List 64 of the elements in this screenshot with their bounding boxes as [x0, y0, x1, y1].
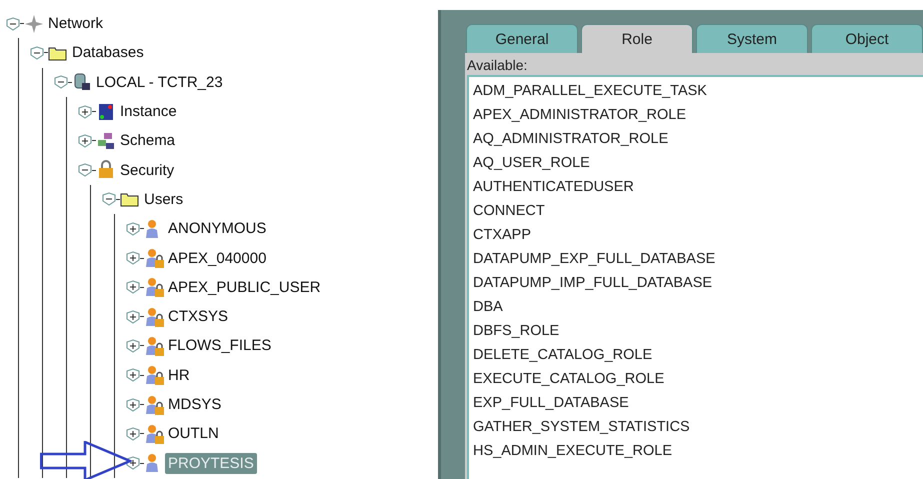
tree-node[interactable]: Databases	[69, 42, 147, 64]
expand-toggle[interactable]	[126, 398, 140, 412]
role-item[interactable]: DATAPUMP_IMP_FULL_DATABASE	[473, 271, 919, 295]
locked-user-icon	[144, 277, 164, 298]
locked-user-icon	[144, 248, 164, 268]
role-item[interactable]: APEX_ADMINISTRATOR_ROLE	[473, 103, 919, 127]
tree-node[interactable]: Security	[117, 160, 178, 181]
tree-node[interactable]: APEX_040000	[165, 248, 270, 269]
expand-toggle[interactable]	[126, 368, 140, 382]
locked-user-icon	[144, 365, 164, 386]
tree-node[interactable]: LOCAL - TCTR_23	[93, 72, 226, 93]
tab[interactable]: Role	[581, 24, 693, 53]
database-icon	[72, 72, 92, 92]
tab[interactable]: Object	[811, 24, 923, 53]
tree-node[interactable]: Network	[45, 13, 106, 34]
locked-user-icon	[144, 424, 164, 444]
expand-toggle[interactable]	[126, 310, 140, 324]
expand-toggle[interactable]	[126, 251, 140, 266]
collapse-toggle[interactable]	[6, 16, 20, 31]
collapse-toggle[interactable]	[54, 75, 68, 90]
expand-toggle[interactable]	[126, 426, 140, 441]
server-icon	[96, 102, 116, 122]
expand-toggle[interactable]	[126, 222, 140, 236]
collapse-toggle[interactable]	[78, 163, 92, 178]
tree-node[interactable]: APEX_PUBLIC_USER	[165, 276, 324, 298]
network-icon	[24, 14, 44, 34]
role-item[interactable]: CTXAPP	[473, 223, 919, 247]
locked-user-icon	[144, 336, 164, 356]
tree-node[interactable]: Schema	[117, 130, 178, 152]
role-item[interactable]: AQ_ADMINISTRATOR_ROLE	[473, 127, 919, 151]
expand-toggle[interactable]	[126, 456, 140, 470]
padlock-icon	[96, 160, 116, 180]
tree-node[interactable]: ANONYMOUS	[165, 218, 270, 240]
tree-node[interactable]: CTXSYS	[165, 306, 232, 328]
role-item[interactable]: EXP_FULL_DATABASE	[473, 391, 919, 415]
role-item[interactable]: ADM_PARALLEL_EXECUTE_TASK	[473, 79, 919, 103]
locked-user-icon	[144, 394, 164, 414]
expand-toggle[interactable]	[78, 134, 92, 148]
role-item[interactable]: DBA	[473, 295, 919, 319]
role-item[interactable]: EXECUTE_CATALOG_ROLE	[473, 367, 919, 391]
expand-toggle[interactable]	[126, 338, 140, 353]
role-item[interactable]: AUTHENTICATEDUSER	[473, 175, 919, 199]
role-item[interactable]: AQ_USER_ROLE	[473, 151, 919, 175]
tree-node[interactable]: Instance	[117, 101, 180, 122]
tree-node[interactable]: MDSYS	[165, 394, 224, 415]
expand-toggle[interactable]	[126, 280, 140, 294]
role-item[interactable]: HS_ADMIN_EXECUTE_ROLE	[473, 439, 919, 463]
role-item[interactable]: DELETE_CATALOG_ROLE	[473, 343, 919, 367]
expand-toggle[interactable]	[78, 104, 92, 119]
tree-node[interactable]: HR	[165, 364, 193, 386]
collapse-toggle[interactable]	[30, 46, 44, 60]
role-item[interactable]: DATAPUMP_EXP_FULL_DATABASE	[473, 247, 919, 271]
locked-user-icon	[144, 306, 164, 327]
role-item[interactable]: GATHER_SYSTEM_STATISTICS	[473, 415, 919, 439]
collapse-toggle[interactable]	[102, 192, 116, 206]
tree-node[interactable]: Users	[141, 188, 186, 210]
role-item[interactable]: DBFS_ROLE	[473, 319, 919, 343]
tab[interactable]: System	[696, 24, 808, 53]
schema-icon	[96, 130, 116, 151]
role-item[interactable]: CONNECT	[473, 199, 919, 223]
tree-node[interactable]: OUTLN	[165, 423, 222, 444]
available-label: Available:	[467, 57, 528, 73]
tree-node[interactable]: FLOWS_FILES	[165, 335, 274, 356]
tab[interactable]: General	[466, 24, 578, 53]
